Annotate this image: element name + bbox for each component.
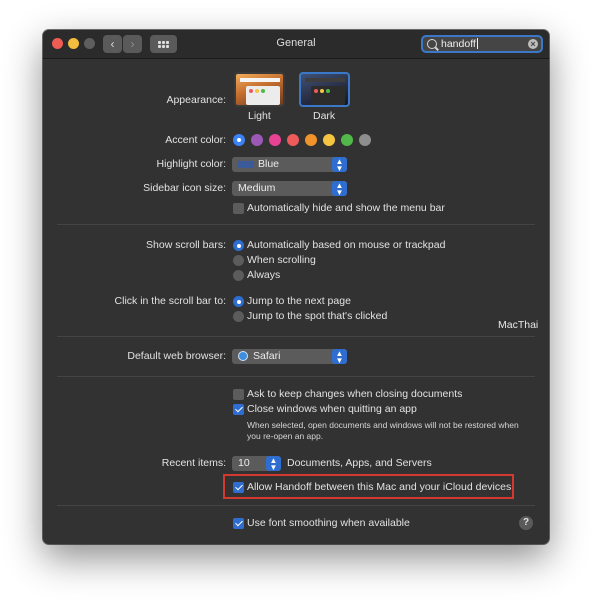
sidebar-icon-size-value: Medium <box>238 182 276 194</box>
section-divider <box>57 376 535 377</box>
sidebar-icon-size-label: Sidebar icon size: <box>143 182 226 194</box>
highlight-color-popup[interactable]: Blue ▲ ▼ <box>232 157 347 173</box>
scroll-bars-when-scrolling-label: When scrolling <box>247 254 316 266</box>
chevron-updown-icon: ▲ ▼ <box>332 181 347 197</box>
close-windows-note: When selected, open documents and window… <box>247 420 519 441</box>
search-field[interactable]: handoff × <box>421 35 543 53</box>
accent-yellow-swatch[interactable] <box>323 134 335 146</box>
search-input[interactable]: handoff <box>441 38 478 50</box>
appearance-label: Appearance: <box>166 94 226 106</box>
appearance-dark-option[interactable] <box>299 72 350 107</box>
auto-hide-menu-bar-checkbox[interactable] <box>233 203 244 214</box>
recent-items-popup[interactable]: 10 ▲ ▼ <box>232 456 281 472</box>
highlight-color-value: Blue <box>258 158 280 170</box>
appearance-light-option[interactable] <box>234 72 285 107</box>
font-smoothing-label: Use font smoothing when available <box>247 517 410 529</box>
scroll-bars-automatic-label: Automatically based on mouse or trackpad <box>247 239 446 251</box>
handoff-checkbox[interactable] <box>233 482 244 493</box>
chevron-updown-icon: ▲ ▼ <box>266 456 281 472</box>
default-browser-value: Safari <box>253 350 281 362</box>
font-smoothing-checkbox[interactable] <box>233 518 244 529</box>
clear-search-icon[interactable]: × <box>528 39 538 49</box>
close-windows-checkbox[interactable] <box>233 404 244 415</box>
section-divider <box>57 336 535 337</box>
accent-orange-swatch[interactable] <box>305 134 317 146</box>
handoff-label: Allow Handoff between this Mac and your … <box>247 481 512 493</box>
accent-graphite-swatch[interactable] <box>359 134 371 146</box>
accent-red-swatch[interactable] <box>287 134 299 146</box>
accent-blue-swatch[interactable] <box>233 134 245 146</box>
section-divider <box>57 224 535 225</box>
scroll-bars-always-label: Always <box>247 269 281 281</box>
jump-to-spot-label: Jump to the spot that's clicked <box>247 310 388 322</box>
chevron-updown-icon: ▲ ▼ <box>332 157 347 173</box>
auto-hide-menu-bar-label: Automatically hide and show the menu bar <box>247 202 445 214</box>
default-browser-label: Default web browser: <box>127 350 226 362</box>
close-windows-label: Close windows when quitting an app <box>247 403 417 415</box>
recent-items-label: Recent items: <box>161 457 226 469</box>
ask-keep-changes-checkbox[interactable] <box>233 389 244 400</box>
show-scroll-bars-label: Show scroll bars: <box>146 239 226 251</box>
scroll-click-label: Click in the scroll bar to: <box>114 295 226 307</box>
system-preferences-window: ‹ › General handoff × Appearance: Light … <box>43 30 549 544</box>
appearance-dark-label: Dark <box>313 110 336 122</box>
chevron-updown-icon: ▲ ▼ <box>332 349 347 365</box>
watermark-text: MacThai <box>498 319 539 331</box>
accent-pink-swatch[interactable] <box>269 134 281 146</box>
accent-color-label: Accent color: <box>165 134 226 146</box>
jump-next-page-radio[interactable] <box>233 296 244 307</box>
help-icon[interactable]: ? <box>519 516 533 530</box>
sidebar-icon-size-popup[interactable]: Medium ▲ ▼ <box>232 181 347 197</box>
accent-green-swatch[interactable] <box>341 134 353 146</box>
title-bar: ‹ › General handoff × <box>43 30 549 59</box>
ask-keep-changes-label: Ask to keep changes when closing documen… <box>247 388 463 400</box>
scroll-bars-always-radio[interactable] <box>233 270 244 281</box>
section-divider <box>57 505 535 506</box>
recent-items-value: 10 <box>238 457 250 469</box>
highlight-swatch <box>238 161 254 168</box>
appearance-light-label: Light <box>248 110 271 122</box>
jump-next-page-label: Jump to the next page <box>247 295 351 307</box>
scroll-bars-when-scrolling-radio[interactable] <box>233 255 244 266</box>
accent-purple-swatch[interactable] <box>251 134 263 146</box>
scroll-bars-automatic-radio[interactable] <box>233 240 244 251</box>
default-browser-popup[interactable]: Safari ▲ ▼ <box>232 349 347 365</box>
highlight-color-label: Highlight color: <box>156 158 226 170</box>
jump-to-spot-radio[interactable] <box>233 311 244 322</box>
safari-icon <box>238 351 248 361</box>
search-icon <box>427 39 437 49</box>
recent-items-suffix: Documents, Apps, and Servers <box>287 457 432 469</box>
